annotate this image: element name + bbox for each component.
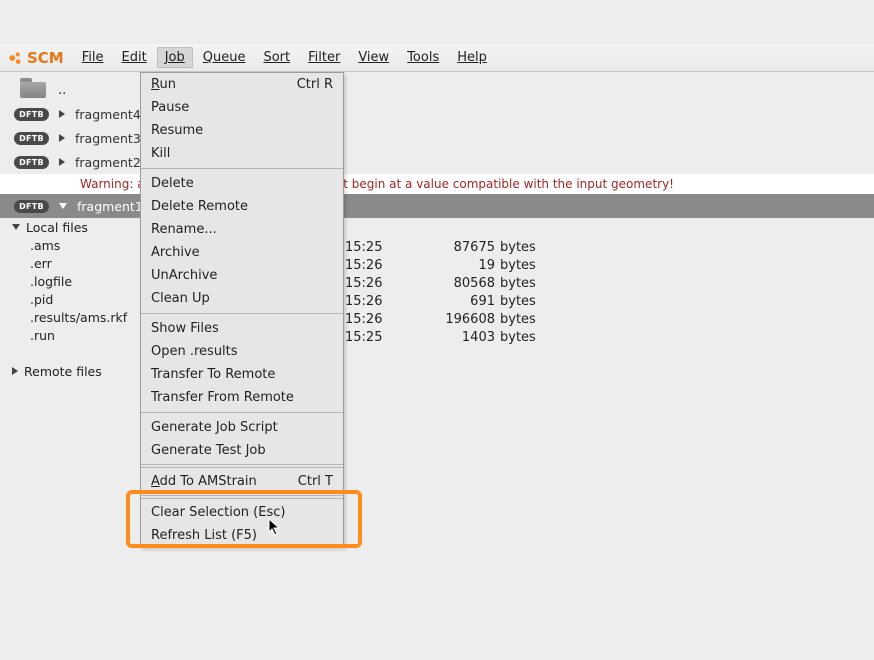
expand-icon[interactable] <box>59 110 65 118</box>
file-detail-row: 15:26691bytes <box>0 294 874 312</box>
fragment-label: fragment3- <box>75 131 145 146</box>
menu-file[interactable]: File <box>74 47 112 68</box>
menu-archive[interactable]: Archive <box>141 241 343 264</box>
job-menu-dropdown: Run Ctrl R Pause Resume Kill Delete Dele… <box>140 72 344 548</box>
separator <box>141 464 343 468</box>
local-files-label: Local files <box>26 220 88 235</box>
remote-files-label: Remote files <box>24 364 102 379</box>
menu-delete-remote[interactable]: Delete Remote <box>141 195 343 218</box>
file-detail-row: 15:251403bytes <box>0 330 874 348</box>
menu-view[interactable]: View <box>350 47 397 68</box>
shortcut: Ctrl R <box>297 77 333 92</box>
menu-transfer-to-remote[interactable]: Transfer To Remote <box>141 363 343 386</box>
warning-row: Warning: at least one of the ranges does… <box>0 174 874 194</box>
menu-show-files[interactable]: Show Files <box>141 317 343 340</box>
file-detail-row: 15:2587675bytes <box>0 240 874 258</box>
separator <box>141 313 343 314</box>
menu-add-to-amstrain[interactable]: Add To AMStrain Ctrl T <box>141 470 343 493</box>
separator <box>141 168 343 169</box>
dftb-badge: DFTB <box>14 132 49 145</box>
separator <box>141 495 343 499</box>
collapse-icon[interactable] <box>59 203 67 209</box>
file-details: 15:2587675bytes 15:2619bytes 15:2680568b… <box>0 240 874 348</box>
logo[interactable]: SCM <box>6 49 64 67</box>
file-detail-row: 15:26196608bytes <box>0 312 874 330</box>
menubar: SCM File Edit Job Queue Sort Filter View… <box>0 44 874 72</box>
collapse-icon[interactable] <box>12 224 20 230</box>
menu-generate-job-script[interactable]: Generate Job Script <box>141 416 343 439</box>
fragment-row-3[interactable]: DFTB fragment3- <box>0 126 874 150</box>
logo-text: SCM <box>27 49 64 67</box>
menu-kill[interactable]: Kill <box>141 142 343 165</box>
parent-dir-label: .. <box>58 83 66 98</box>
expand-icon[interactable] <box>12 367 18 375</box>
menu-queue[interactable]: Queue <box>195 47 254 68</box>
menu-refresh-list[interactable]: Refresh List (F5) <box>141 524 343 547</box>
fragment-row-2[interactable]: DFTB fragment2- <box>0 150 874 174</box>
fragment-row-1-selected[interactable]: DFTB fragment1- <box>0 194 874 218</box>
menu-cleanup[interactable]: Clean Up <box>141 287 343 310</box>
menu-help[interactable]: Help <box>449 47 495 68</box>
menu-tools[interactable]: Tools <box>399 47 447 68</box>
fragment-row-4[interactable]: DFTB fragment4- <box>0 102 874 126</box>
file-detail-row: 15:2680568bytes <box>0 276 874 294</box>
menu-generate-test-job[interactable]: Generate Test Job <box>141 439 343 462</box>
menu-clear-selection[interactable]: Clear Selection (Esc) <box>141 501 343 524</box>
menu-unarchive[interactable]: UnArchive <box>141 264 343 287</box>
folder-icon <box>20 82 46 98</box>
cursor-icon <box>268 518 282 538</box>
menu-rename[interactable]: Rename... <box>141 218 343 241</box>
expand-icon[interactable] <box>59 134 65 142</box>
menu-resume[interactable]: Resume <box>141 119 343 142</box>
fragment-label: fragment4- <box>75 107 145 122</box>
menu-pause[interactable]: Pause <box>141 96 343 119</box>
menu-delete[interactable]: Delete <box>141 172 343 195</box>
parent-dir-row[interactable]: .. <box>0 78 874 102</box>
menu-sort[interactable]: Sort <box>255 47 298 68</box>
menu-filter[interactable]: Filter <box>300 47 348 68</box>
dftb-badge: DFTB <box>14 200 49 213</box>
menu-run[interactable]: Run Ctrl R <box>141 73 343 96</box>
menu-open-results[interactable]: Open .results <box>141 340 343 363</box>
fragment-label: fragment2- <box>75 155 145 170</box>
file-detail-row: 15:2619bytes <box>0 258 874 276</box>
separator <box>141 412 343 413</box>
menu-transfer-from-remote[interactable]: Transfer From Remote <box>141 386 343 409</box>
menu-job[interactable]: Job <box>157 47 193 68</box>
shortcut: Ctrl T <box>298 474 333 489</box>
dftb-badge: DFTB <box>14 156 49 169</box>
dftb-badge: DFTB <box>14 108 49 121</box>
menu-edit[interactable]: Edit <box>114 47 155 68</box>
scm-logo-icon <box>6 49 24 67</box>
expand-icon[interactable] <box>59 158 65 166</box>
fragment-label: fragment1- <box>77 199 147 214</box>
